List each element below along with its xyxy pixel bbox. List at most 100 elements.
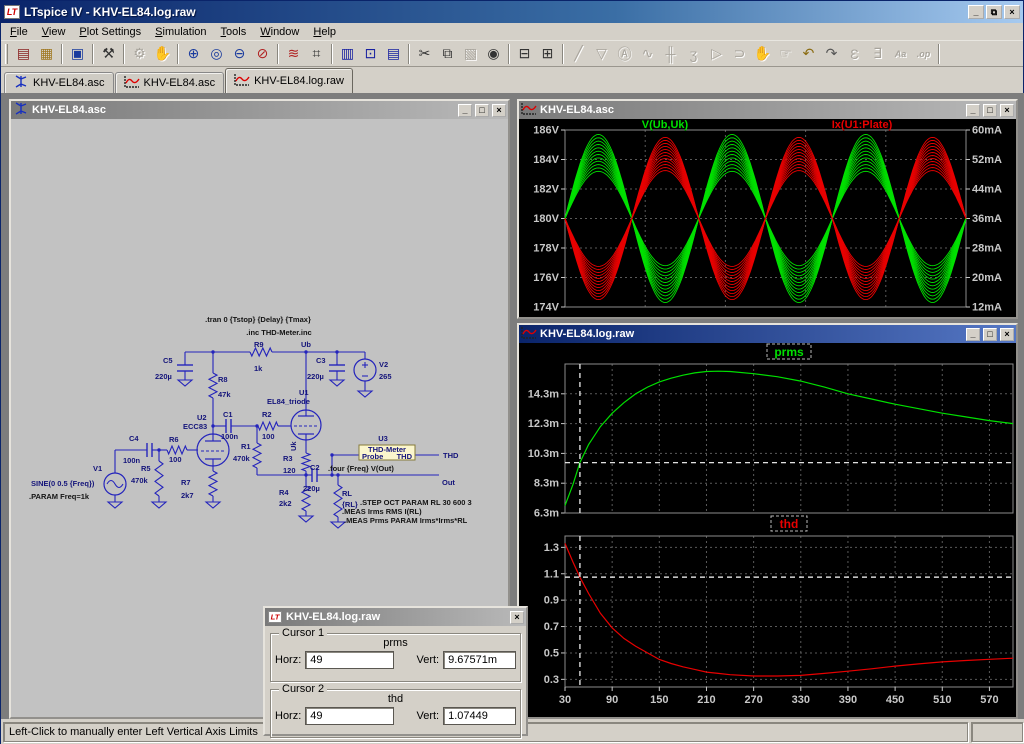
open-icon[interactable]: ▦ bbox=[35, 43, 58, 65]
right-axis-tick-label: 12mA bbox=[972, 302, 1002, 314]
cursor1-horz-input[interactable]: 49 bbox=[305, 651, 394, 669]
halt-icon[interactable]: ⚙ bbox=[128, 43, 151, 65]
zoom-in-icon[interactable]: ⊕ bbox=[182, 43, 205, 65]
menu-item-window[interactable]: Window bbox=[253, 24, 306, 40]
schematic-text: Probe bbox=[362, 452, 383, 461]
status-right-pane bbox=[971, 722, 1023, 742]
schematic-maximize-button[interactable]: □ bbox=[475, 104, 489, 117]
cursor2-vert-input[interactable]: 1.07449 bbox=[443, 707, 516, 725]
waveform2-minimize-button[interactable]: _ bbox=[966, 328, 980, 341]
schematic-minimize-button[interactable]: _ bbox=[458, 104, 472, 117]
autorange-axes-icon[interactable]: ⌗ bbox=[305, 43, 328, 65]
place-label-icon[interactable]: Ⓐ bbox=[613, 43, 636, 65]
waveform2-maximize-button[interactable]: □ bbox=[983, 328, 997, 341]
save-icon[interactable]: ▣ bbox=[66, 43, 89, 65]
restore-button[interactable]: ⧉ bbox=[986, 5, 1002, 19]
schematic-text: 2k7 bbox=[181, 491, 194, 500]
x-axis-tick-label: 570 bbox=[980, 694, 998, 706]
schematic-window-titlebar[interactable]: KHV-EL84.asc _ □ × bbox=[11, 101, 508, 119]
schematic-text: C1 bbox=[223, 410, 233, 419]
menu-item-tools[interactable]: Tools bbox=[214, 24, 254, 40]
trace-legend-green: V(Ub,Uk) bbox=[642, 119, 689, 131]
schematic-text: R3 bbox=[283, 454, 293, 463]
schematic-text: 120 bbox=[283, 466, 296, 475]
x-axis-tick-label: 30 bbox=[559, 694, 571, 706]
schematic-text: 47k bbox=[218, 390, 231, 399]
print-preview-icon[interactable]: ⊟ bbox=[513, 43, 536, 65]
print-icon[interactable]: ⊞ bbox=[536, 43, 559, 65]
menu-item-simulation[interactable]: Simulation bbox=[148, 24, 213, 40]
waveform2-title: KHV-EL84.log.raw bbox=[540, 328, 963, 340]
find-icon[interactable]: ◉ bbox=[482, 43, 505, 65]
menu-item-view[interactable]: View bbox=[35, 24, 73, 40]
waveform1-minimize-button[interactable]: _ bbox=[966, 104, 980, 117]
cursor-dialog-close-button[interactable]: × bbox=[510, 611, 524, 624]
mirror-icon[interactable]: Ɛ bbox=[843, 43, 866, 65]
cursor2-horz-input[interactable]: 49 bbox=[305, 707, 394, 725]
menu-item-plot-settings[interactable]: Plot Settings bbox=[72, 24, 148, 40]
cascade-windows-icon[interactable]: ⊡ bbox=[359, 43, 382, 65]
undo-icon[interactable]: ↶ bbox=[797, 43, 820, 65]
schematic-text: C2 bbox=[310, 463, 320, 472]
y-axis-tick-label: 1.3 bbox=[544, 542, 559, 554]
place-component-icon[interactable]: ⊃ bbox=[728, 43, 751, 65]
tab-khv-el84.asc-plot[interactable]: KHV-EL84.asc bbox=[115, 72, 225, 93]
spice-directive-icon[interactable]: .op bbox=[912, 43, 935, 65]
place-diode-icon[interactable]: ▷ bbox=[705, 43, 728, 65]
move-icon[interactable]: ✋ bbox=[751, 43, 774, 65]
schematic-text: .tran 0 {Tstop} {Delay} {Tmax} bbox=[205, 315, 311, 324]
place-resistor-icon[interactable]: ∿ bbox=[636, 43, 659, 65]
copy-icon[interactable]: ⧉ bbox=[436, 43, 459, 65]
waveform1-maximize-button[interactable]: □ bbox=[983, 104, 997, 117]
ltspice-main-window: LT LTspice IV - KHV-EL84.log.raw _ ⧉ × F… bbox=[0, 0, 1024, 744]
toolbar-separator bbox=[331, 44, 333, 64]
menu-item-file[interactable]: File bbox=[3, 24, 35, 40]
new-schematic-icon[interactable]: ▤ bbox=[12, 43, 35, 65]
place-text-icon[interactable]: Aa bbox=[889, 43, 912, 65]
waveform1-close-button[interactable]: × bbox=[1000, 104, 1014, 117]
toolbar-separator bbox=[92, 44, 94, 64]
waveform2-titlebar[interactable]: KHV-EL84.log.raw _ □ × bbox=[519, 325, 1016, 343]
menu-item-help[interactable]: Help bbox=[306, 24, 343, 40]
schematic-text: 100 bbox=[262, 432, 275, 441]
sweep-plot[interactable]: 14.3m12.3m10.3m8.3m6.3mprms1.31.10.90.70… bbox=[519, 343, 1016, 717]
pan-hand-icon[interactable]: ✋ bbox=[151, 43, 174, 65]
place-inductor-icon[interactable]: ʒ bbox=[682, 43, 705, 65]
redo-icon[interactable]: ↷ bbox=[820, 43, 843, 65]
titlebar[interactable]: LT LTspice IV - KHV-EL84.log.raw _ ⧉ × bbox=[1, 1, 1023, 23]
cursor-dialog-titlebar[interactable]: LT KHV-EL84.log.raw × bbox=[265, 608, 526, 626]
place-capacitor-icon[interactable]: ╫ bbox=[659, 43, 682, 65]
schematic-close-button[interactable]: × bbox=[492, 104, 506, 117]
paste-icon[interactable]: ▧ bbox=[459, 43, 482, 65]
rotate-icon[interactable]: ∃ bbox=[866, 43, 889, 65]
tile-horizontal-icon[interactable]: ▤ bbox=[382, 43, 405, 65]
waveform2-close-button[interactable]: × bbox=[1000, 328, 1014, 341]
toolbar: ▤▦▣⚒⚙✋⊕◎⊖⊘≋⌗▥⊡▤✂⧉▧◉⊟⊞╱▽Ⓐ∿╫ʒ▷⊃✋☞↶↷Ɛ∃Aa.op bbox=[1, 41, 1023, 67]
drag-icon[interactable]: ☞ bbox=[774, 43, 797, 65]
zoom-out-icon[interactable]: ⊖ bbox=[228, 43, 251, 65]
toolbar-grip[interactable] bbox=[5, 44, 8, 64]
transient-plot[interactable]: 186V184V182V180V178V176V174V60mA52mA44mA… bbox=[519, 119, 1016, 317]
tab-label: KHV-EL84.asc bbox=[33, 77, 105, 89]
schematic-text: 470k bbox=[131, 476, 149, 485]
place-ground-icon[interactable]: ▽ bbox=[590, 43, 613, 65]
y-axis-tick-label: 0.3 bbox=[544, 674, 559, 686]
minimize-button[interactable]: _ bbox=[968, 5, 984, 19]
tab-khv-el84.asc[interactable]: KHV-EL84.asc bbox=[4, 72, 114, 93]
cut-icon[interactable]: ✂ bbox=[413, 43, 436, 65]
close-button[interactable]: × bbox=[1004, 5, 1020, 19]
pane-title-thd: thd bbox=[780, 517, 799, 531]
cursor1-vert-input[interactable]: 9.67571m bbox=[443, 651, 516, 669]
schematic-text: EL84_triode bbox=[267, 397, 310, 406]
draw-wire-icon[interactable]: ╱ bbox=[567, 43, 590, 65]
tab-khv-el84.log.raw[interactable]: KHV-EL84.log.raw bbox=[225, 68, 353, 93]
zoom-back-icon[interactable]: ◎ bbox=[205, 43, 228, 65]
toolbar-separator bbox=[61, 44, 63, 64]
schematic-text: 220µ bbox=[303, 484, 320, 493]
tile-vertical-icon[interactable]: ▥ bbox=[336, 43, 359, 65]
plot-settings-icon[interactable]: ≋ bbox=[282, 43, 305, 65]
zoom-fit-icon[interactable]: ⊘ bbox=[251, 43, 274, 65]
run-icon[interactable]: ⚒ bbox=[97, 43, 120, 65]
cursor2-vert-label: Vert: bbox=[416, 710, 439, 722]
waveform1-titlebar[interactable]: KHV-EL84.asc _ □ × bbox=[519, 101, 1016, 119]
